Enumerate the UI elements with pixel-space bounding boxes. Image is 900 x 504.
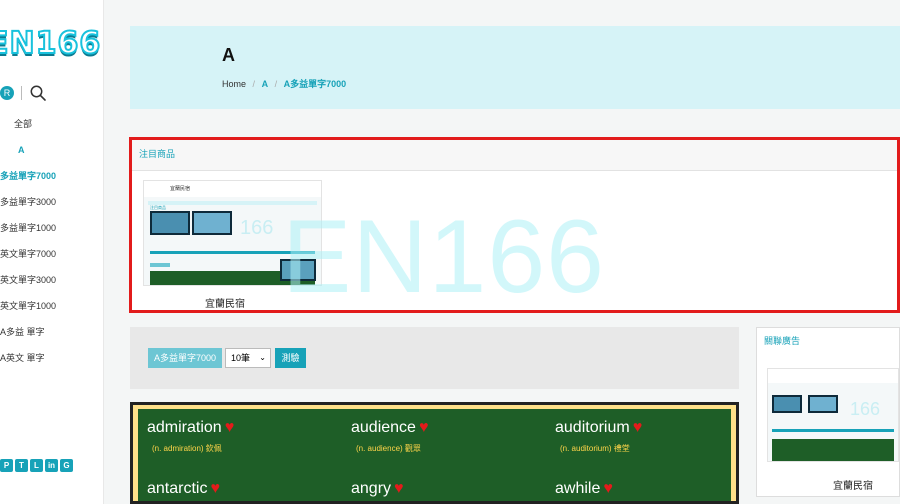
nav-item-english-7000[interactable]: 英文單字7000 [0,246,56,272]
word-meaning: (n. auditorium) 禮堂 [560,444,630,453]
nav-item-a-english[interactable]: A英文 單字 [0,350,56,376]
linkedin-icon[interactable]: in [45,459,58,472]
quiz-button[interactable]: 測驗 [275,348,306,368]
search-icon[interactable] [29,84,47,102]
page-hero: A Home / A / A多益單字7000 [130,26,900,109]
featured-products: 注目商品 宜蘭民宿 注目商品 166 EN166 宜蘭民宿 [129,137,900,313]
word-row: audience ♥ [351,419,551,437]
line-icon[interactable]: L [30,459,43,472]
word-row: awhile ♥ [555,480,755,498]
breadcrumb-sep: / [252,79,256,89]
main-content: A Home / A / A多益單字7000 注目商品 宜蘭民宿 注目商品 16… [103,0,900,504]
breadcrumb-sep: / [274,79,278,89]
word-text: awhile [555,480,601,497]
word-text: auditorium [555,419,630,436]
nav-item-english-3000[interactable]: 英文單字3000 [0,272,56,298]
word-board-inner: admiration ♥ (n. admiration) 欽佩 audience ♥… [138,409,731,501]
word-row: angry ♥ [351,480,551,498]
breadcrumb-current: A多益單字7000 [283,79,347,89]
sidebar: EN166 R 全部 A 多益單字7000 多益單字3000 多益單字1000 … [0,0,104,504]
site-logo[interactable]: EN166 [0,25,101,62]
heart-icon[interactable]: ♥ [394,481,404,497]
divider [21,86,22,100]
related-ads-title: 關聯廣告 [764,336,801,346]
heart-icon[interactable]: ♥ [633,420,643,436]
nav-item-a[interactable]: A [0,142,56,168]
thumbnail-badge: 166 [240,217,274,239]
word-row: antarctic ♥ [147,480,347,498]
word-meaning: (n. audience) 觀眾 [356,444,421,453]
quiz-toolbar: A多益單字7000 10筆 ⌄ 測驗 [130,327,739,389]
count-select[interactable]: 10筆 ⌄ [225,348,271,368]
word-card[interactable]: awhile ♥ [555,480,755,498]
breadcrumb: Home / A / A多益單字7000 [222,77,346,90]
word-text: admiration [147,419,222,436]
thumbnail-section: 注目商品 [150,205,166,210]
heart-icon[interactable]: ♥ [603,481,613,497]
word-card[interactable]: antarctic ♥ [147,480,347,498]
related-ads: 關聯廣告 166 宜蘭民宿 [756,327,900,497]
nav-item-english-1000[interactable]: 英文單字1000 [0,298,56,324]
thumbnail-title: 宜蘭民宿 [170,186,191,192]
nav-item-a-toeic[interactable]: A多益 單字 [0,324,56,350]
social-links: P T L in G [0,459,73,472]
word-text: antarctic [147,480,208,497]
nav-item-toeic-7000[interactable]: 多益單字7000 [0,168,56,194]
heart-icon[interactable]: ♥ [225,420,235,436]
word-card[interactable]: auditorium ♥ (n. auditorium) 禮堂 [555,419,755,454]
breadcrumb-home[interactable]: Home [222,79,246,89]
ad-caption[interactable]: 宜蘭民宿 [833,477,873,492]
watermark: EN166 [282,199,605,313]
word-card[interactable]: audience ♥ (n. audience) 觀眾 [351,419,551,454]
chevron-down-icon: ⌄ [259,353,266,362]
r-badge-icon[interactable]: R [0,86,14,100]
nav-item-toeic-3000[interactable]: 多益單字3000 [0,194,56,220]
google-icon[interactable]: G [60,459,73,472]
page-title: A [222,45,235,65]
telegram-icon[interactable]: T [15,459,28,472]
category-nav: 全部 A 多益單字7000 多益單字3000 多益單字1000 英文單字7000… [0,116,56,376]
nav-item-toeic-1000[interactable]: 多益單字1000 [0,220,56,246]
word-row: admiration ♥ [147,419,347,437]
word-card[interactable]: angry ♥ [351,480,551,498]
ad-thumbnail[interactable]: 166 [767,368,899,462]
word-text: angry [351,480,392,497]
breadcrumb-a[interactable]: A [262,79,269,89]
pinterest-icon[interactable]: P [0,459,13,472]
featured-caption[interactable]: 宜蘭民宿 [205,295,245,310]
nav-item-all[interactable]: 全部 [0,116,56,142]
sidebar-tools: R [0,84,47,102]
word-text: audience [351,419,416,436]
count-select-value: 10筆 [231,353,251,363]
word-meaning: (n. admiration) 欽佩 [152,444,222,453]
category-tag[interactable]: A多益單字7000 [148,348,223,368]
ad-badge: 166 [850,399,881,419]
word-board: admiration ♥ (n. admiration) 欽佩 audience ♥… [130,402,739,504]
heart-icon[interactable]: ♥ [210,481,220,497]
word-row: auditorium ♥ [555,419,755,437]
featured-header: 注目商品 [132,140,897,171]
heart-icon[interactable]: ♥ [419,420,429,436]
word-card[interactable]: admiration ♥ (n. admiration) 欽佩 [147,419,347,454]
